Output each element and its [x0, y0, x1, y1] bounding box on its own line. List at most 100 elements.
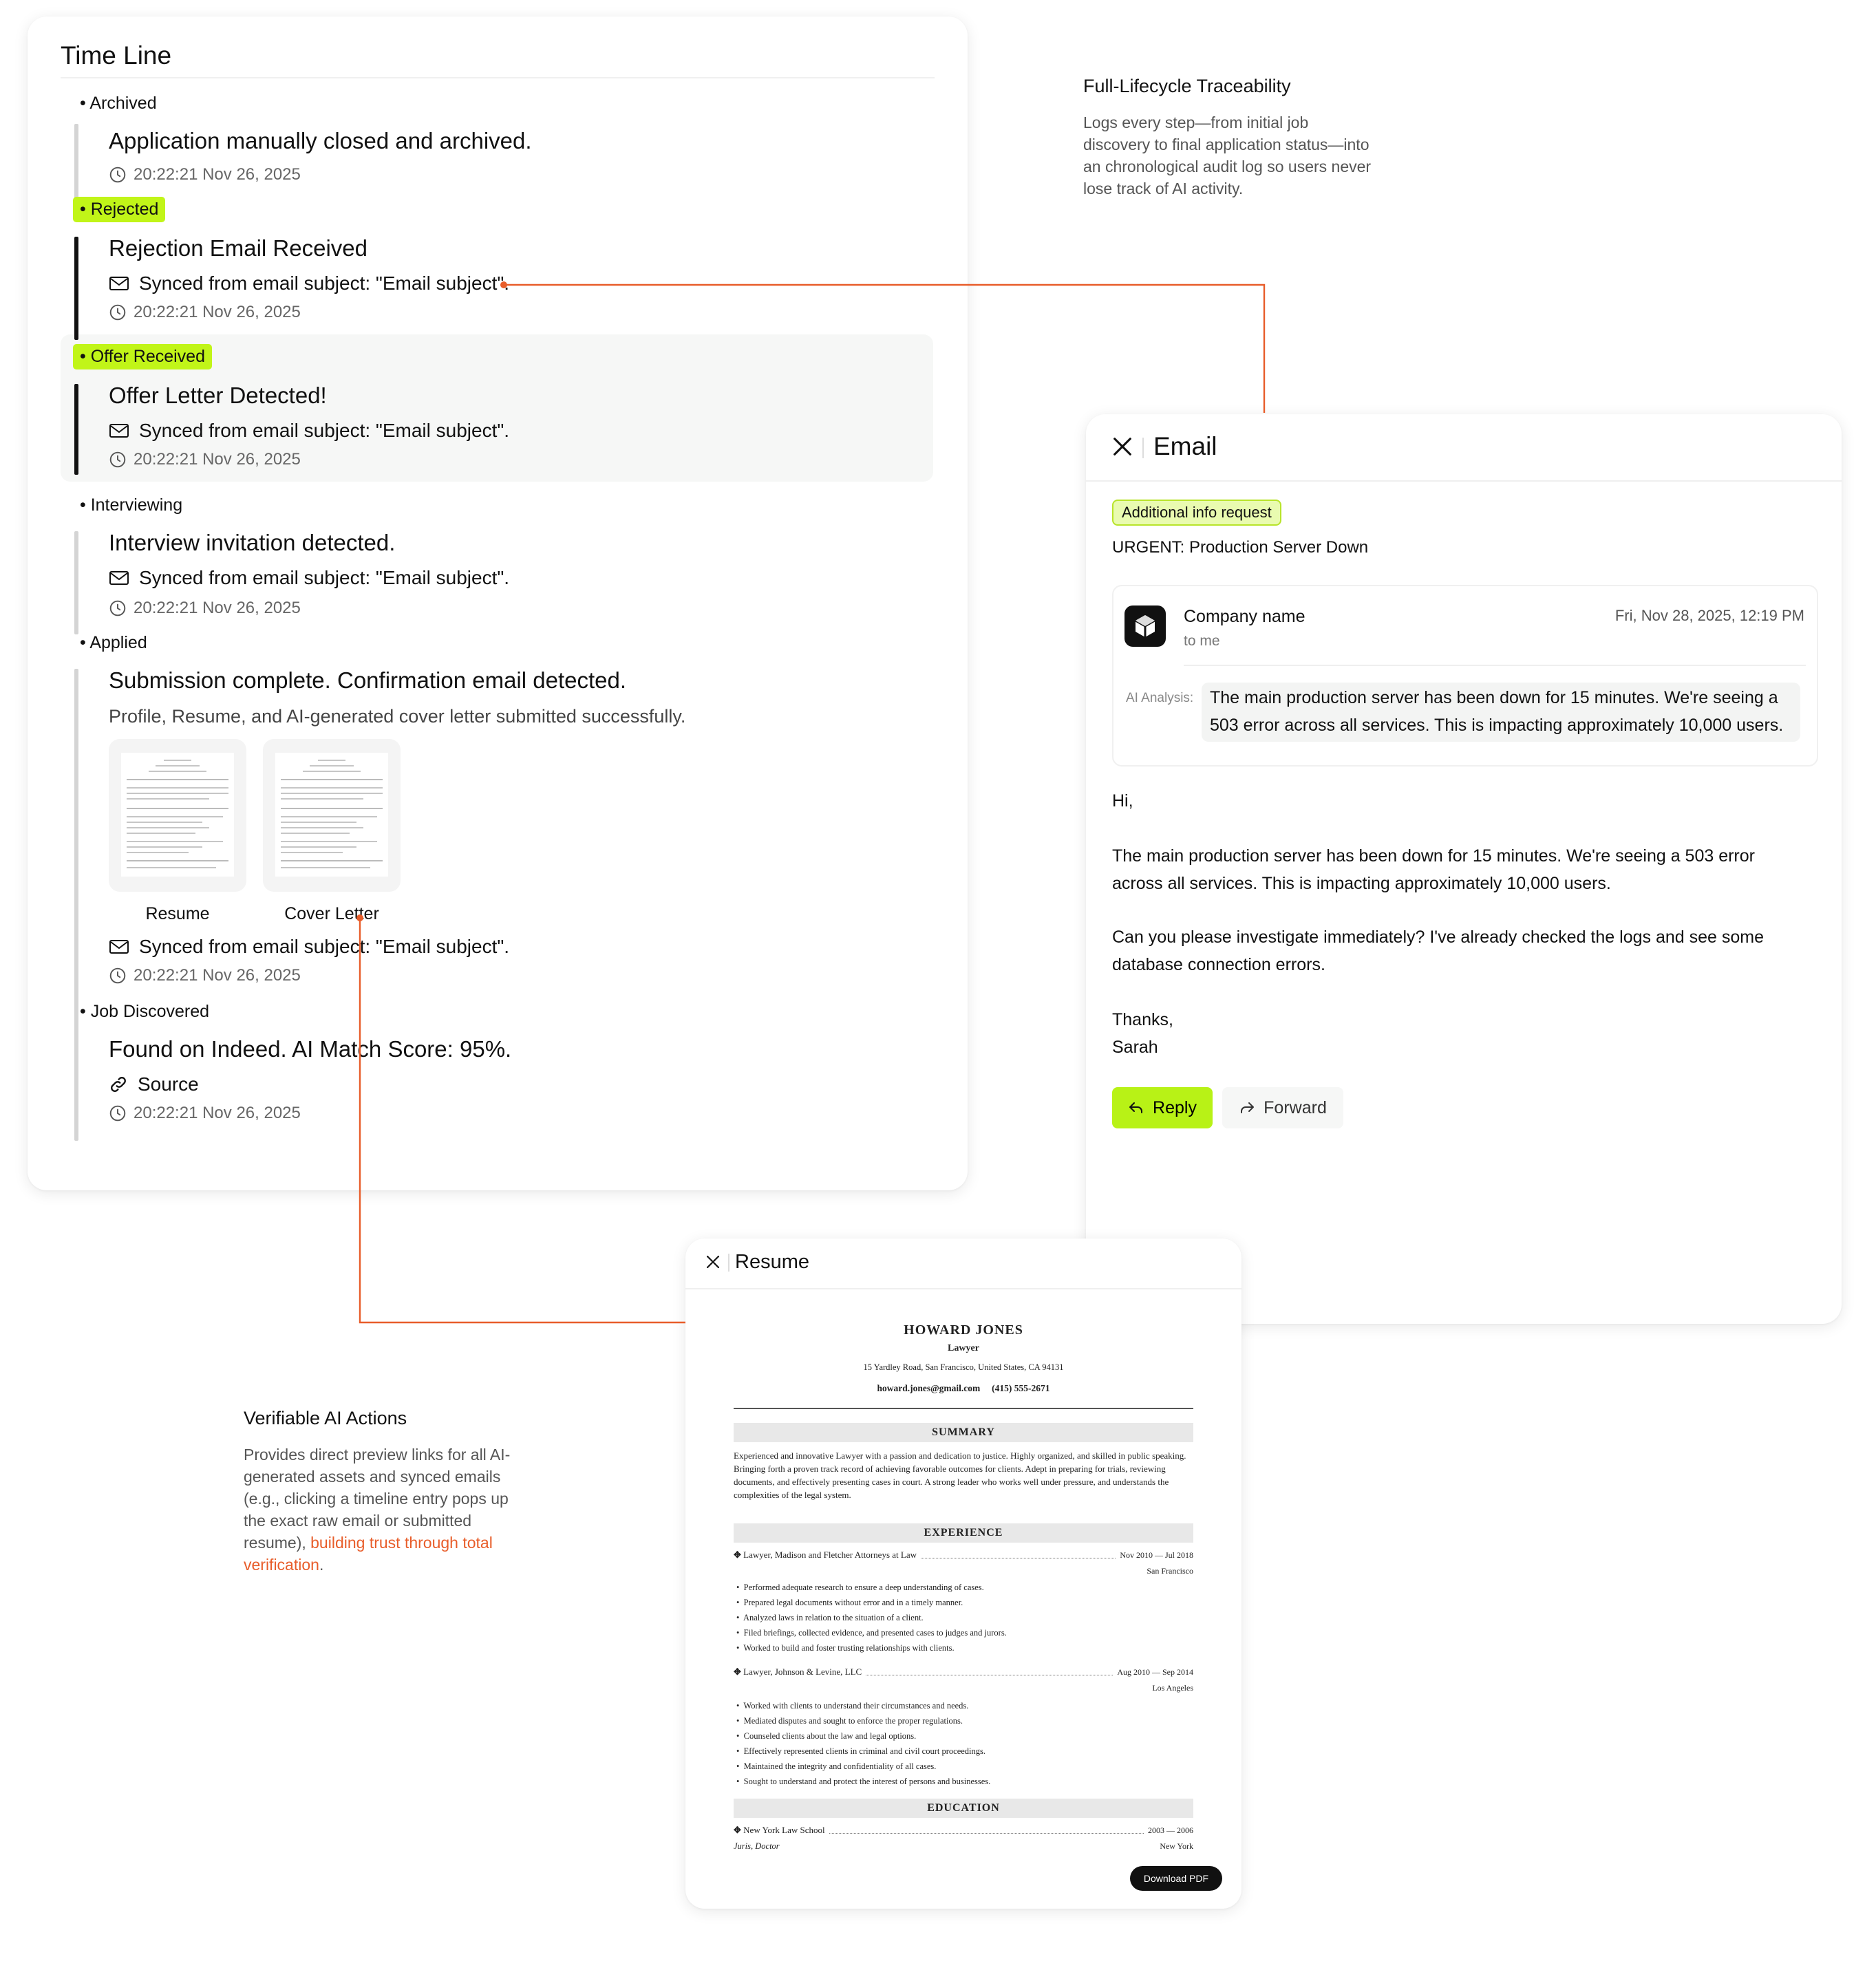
- divider: [685, 1288, 1241, 1289]
- status-tag-applied: • Applied: [80, 633, 147, 652]
- clock-icon: [109, 1105, 126, 1122]
- section-heading: EXPERIENCE: [734, 1523, 1193, 1543]
- degree: Juris, Doctor: [734, 1841, 780, 1851]
- body-line: database connection errors.: [1112, 955, 1325, 974]
- close-icon[interactable]: [705, 1254, 721, 1270]
- ai-analysis-line: The main production server has been down…: [1210, 688, 1778, 707]
- cover-letter-label[interactable]: Cover Letter: [256, 904, 407, 924]
- entry-title: Rejection Email Received: [109, 235, 368, 261]
- job-bullet: • Maintained the integrity and confident…: [736, 1761, 937, 1771]
- resume-title: Resume: [735, 1251, 809, 1273]
- school-location: New York: [1160, 1841, 1193, 1851]
- annotation-title: Verifiable AI Actions: [244, 1408, 407, 1428]
- download-pdf-button[interactable]: Download PDF: [1129, 1866, 1222, 1891]
- entry-title: Offer Letter Detected!: [109, 383, 327, 408]
- status-tag-discovered: • Job Discovered: [80, 1002, 210, 1021]
- clock-icon: [109, 967, 126, 984]
- clock-icon: [109, 167, 126, 183]
- resume-label[interactable]: Resume: [102, 904, 253, 924]
- divider: [61, 77, 935, 78]
- forward-button[interactable]: Forward: [1222, 1087, 1343, 1128]
- annotation-line: an chronological audit log so users neve…: [1083, 158, 1372, 175]
- annotation-line: (e.g., clicking a timeline entry pops up: [244, 1490, 509, 1508]
- resume-contact: howard.jones@gmail.com (415) 555-2671: [877, 1383, 1050, 1393]
- entry-title: Interview invitation detected.: [109, 530, 396, 555]
- timeline-bar: [74, 124, 78, 202]
- body-line: Can you please investigate immediately? …: [1112, 928, 1764, 947]
- education-heading: ✥ New York Law School 2003 — 2006: [734, 1825, 1193, 1835]
- job-bullet: • Worked to build and foster trusting re…: [736, 1643, 955, 1653]
- resume-address: 15 Yardley Road, San Francisco, United S…: [863, 1362, 1064, 1372]
- thumbnail-page: [275, 753, 388, 877]
- divider: [1142, 438, 1144, 458]
- annotation-line: resume), building trust through total: [244, 1534, 493, 1552]
- close-icon[interactable]: [1111, 435, 1134, 458]
- annotation-line: lose track of AI activity.: [1083, 180, 1244, 197]
- status-tag-interviewing: • Interviewing: [80, 495, 183, 515]
- entry-email-line[interactable]: Synced from email subject: "Email subjec…: [109, 936, 509, 958]
- ai-analysis-line: 503 error across all services. This is i…: [1210, 716, 1784, 735]
- entry-time: 20:22:21 Nov 26, 2025: [109, 966, 301, 985]
- reply-icon: [1129, 1102, 1143, 1113]
- entry-email-line[interactable]: Synced from email subject: "Email subjec…: [109, 272, 509, 294]
- mail-icon: [109, 940, 129, 954]
- email-title: Email: [1153, 432, 1217, 460]
- annotation-line: generated assets and synced emails: [244, 1468, 501, 1486]
- email-subject: URGENT: Production Server Down: [1112, 538, 1369, 557]
- category-badge: Additional info request: [1112, 500, 1281, 526]
- section-heading: EDUCATION: [734, 1799, 1193, 1818]
- reply-button[interactable]: Reply: [1112, 1087, 1213, 1128]
- entry-time: 20:22:21 Nov 26, 2025: [109, 599, 301, 618]
- body-line: Hi,: [1112, 791, 1133, 811]
- timeline-bar: [74, 669, 78, 1046]
- sender-name: Company name: [1184, 607, 1305, 626]
- reply-label: Reply: [1153, 1097, 1197, 1117]
- timeline-panel: Time Line • Archived Application manuall…: [28, 17, 968, 1190]
- job-bullet: • Effectively represented clients in cri…: [736, 1746, 986, 1756]
- resume-thumbnail[interactable]: [109, 739, 246, 892]
- resume-panel: Resume HOWARD JONES Lawyer 15 Yardley Ro…: [685, 1239, 1241, 1909]
- annotation-line: the exact raw email or submitted: [244, 1512, 472, 1530]
- thumbnail-page: [121, 753, 234, 877]
- divider: [728, 1254, 729, 1272]
- clock-icon: [109, 451, 126, 468]
- job-bullet: • Prepared legal documents without error…: [736, 1598, 963, 1607]
- cover-letter-thumbnail[interactable]: [263, 739, 401, 892]
- resume-name: HOWARD JONES: [904, 1322, 1023, 1338]
- annotation-line: verification.: [244, 1556, 324, 1574]
- link-icon: [111, 1077, 126, 1092]
- ai-analysis-label: AI Analysis:: [1126, 691, 1194, 705]
- job-bullet: • Sought to understand and protect the i…: [736, 1777, 991, 1786]
- entry-time: 20:22:21 Nov 26, 2025: [109, 303, 301, 322]
- email-panel: Email Additional info request URGENT: Pr…: [1086, 414, 1842, 1324]
- job-location: San Francisco: [1147, 1566, 1193, 1576]
- annotation-title: Full-Lifecycle Traceability: [1083, 76, 1291, 96]
- sender-card: Company name to me Fri, Nov 28, 2025, 12…: [1112, 585, 1818, 767]
- job-location: Los Angeles: [1152, 1683, 1193, 1693]
- company-logo: [1124, 605, 1166, 647]
- timeline-bar: [74, 531, 78, 634]
- job-bullet: • Analyzed laws in relation to the situa…: [736, 1613, 924, 1622]
- job-heading: ✥ Lawyer, Madison and Fletcher Attorneys…: [734, 1550, 1193, 1560]
- source-link[interactable]: Source: [109, 1073, 199, 1095]
- job-bullet: • Mediated disputes and sought to enforc…: [736, 1716, 963, 1726]
- status-tag-rejected: • Rejected: [73, 197, 166, 222]
- resume-role: Lawyer: [948, 1343, 979, 1353]
- job-bullet: • Performed adequate research to ensure …: [736, 1583, 984, 1592]
- entry-email-line[interactable]: Synced from email subject: "Email subjec…: [109, 567, 509, 589]
- divider: [1184, 665, 1806, 666]
- clock-icon: [109, 600, 126, 617]
- forward-icon: [1241, 1102, 1255, 1113]
- job-heading: ✥ Lawyer, Johnson & Levine, LLC Aug 2010 …: [734, 1666, 1193, 1677]
- job-bullet: • Counseled clients about the law and le…: [736, 1731, 917, 1741]
- section-heading: SUMMARY: [734, 1423, 1193, 1442]
- entry-description: Profile, Resume, and AI-generated cover …: [109, 706, 686, 727]
- ai-analysis-box: The main production server has been down…: [1202, 683, 1800, 742]
- entry-title: Submission complete. Confirmation email …: [109, 667, 627, 693]
- annotation-line: discovery to final application status—in…: [1083, 136, 1369, 153]
- recipient: to me: [1184, 633, 1220, 649]
- entry-email-line[interactable]: Synced from email subject: "Email subjec…: [109, 420, 509, 442]
- entry-title: Found on Indeed. AI Match Score: 95%.: [109, 1036, 512, 1062]
- timeline-bar: [74, 1038, 78, 1141]
- annotation-line: Logs every step—from initial job: [1083, 114, 1309, 131]
